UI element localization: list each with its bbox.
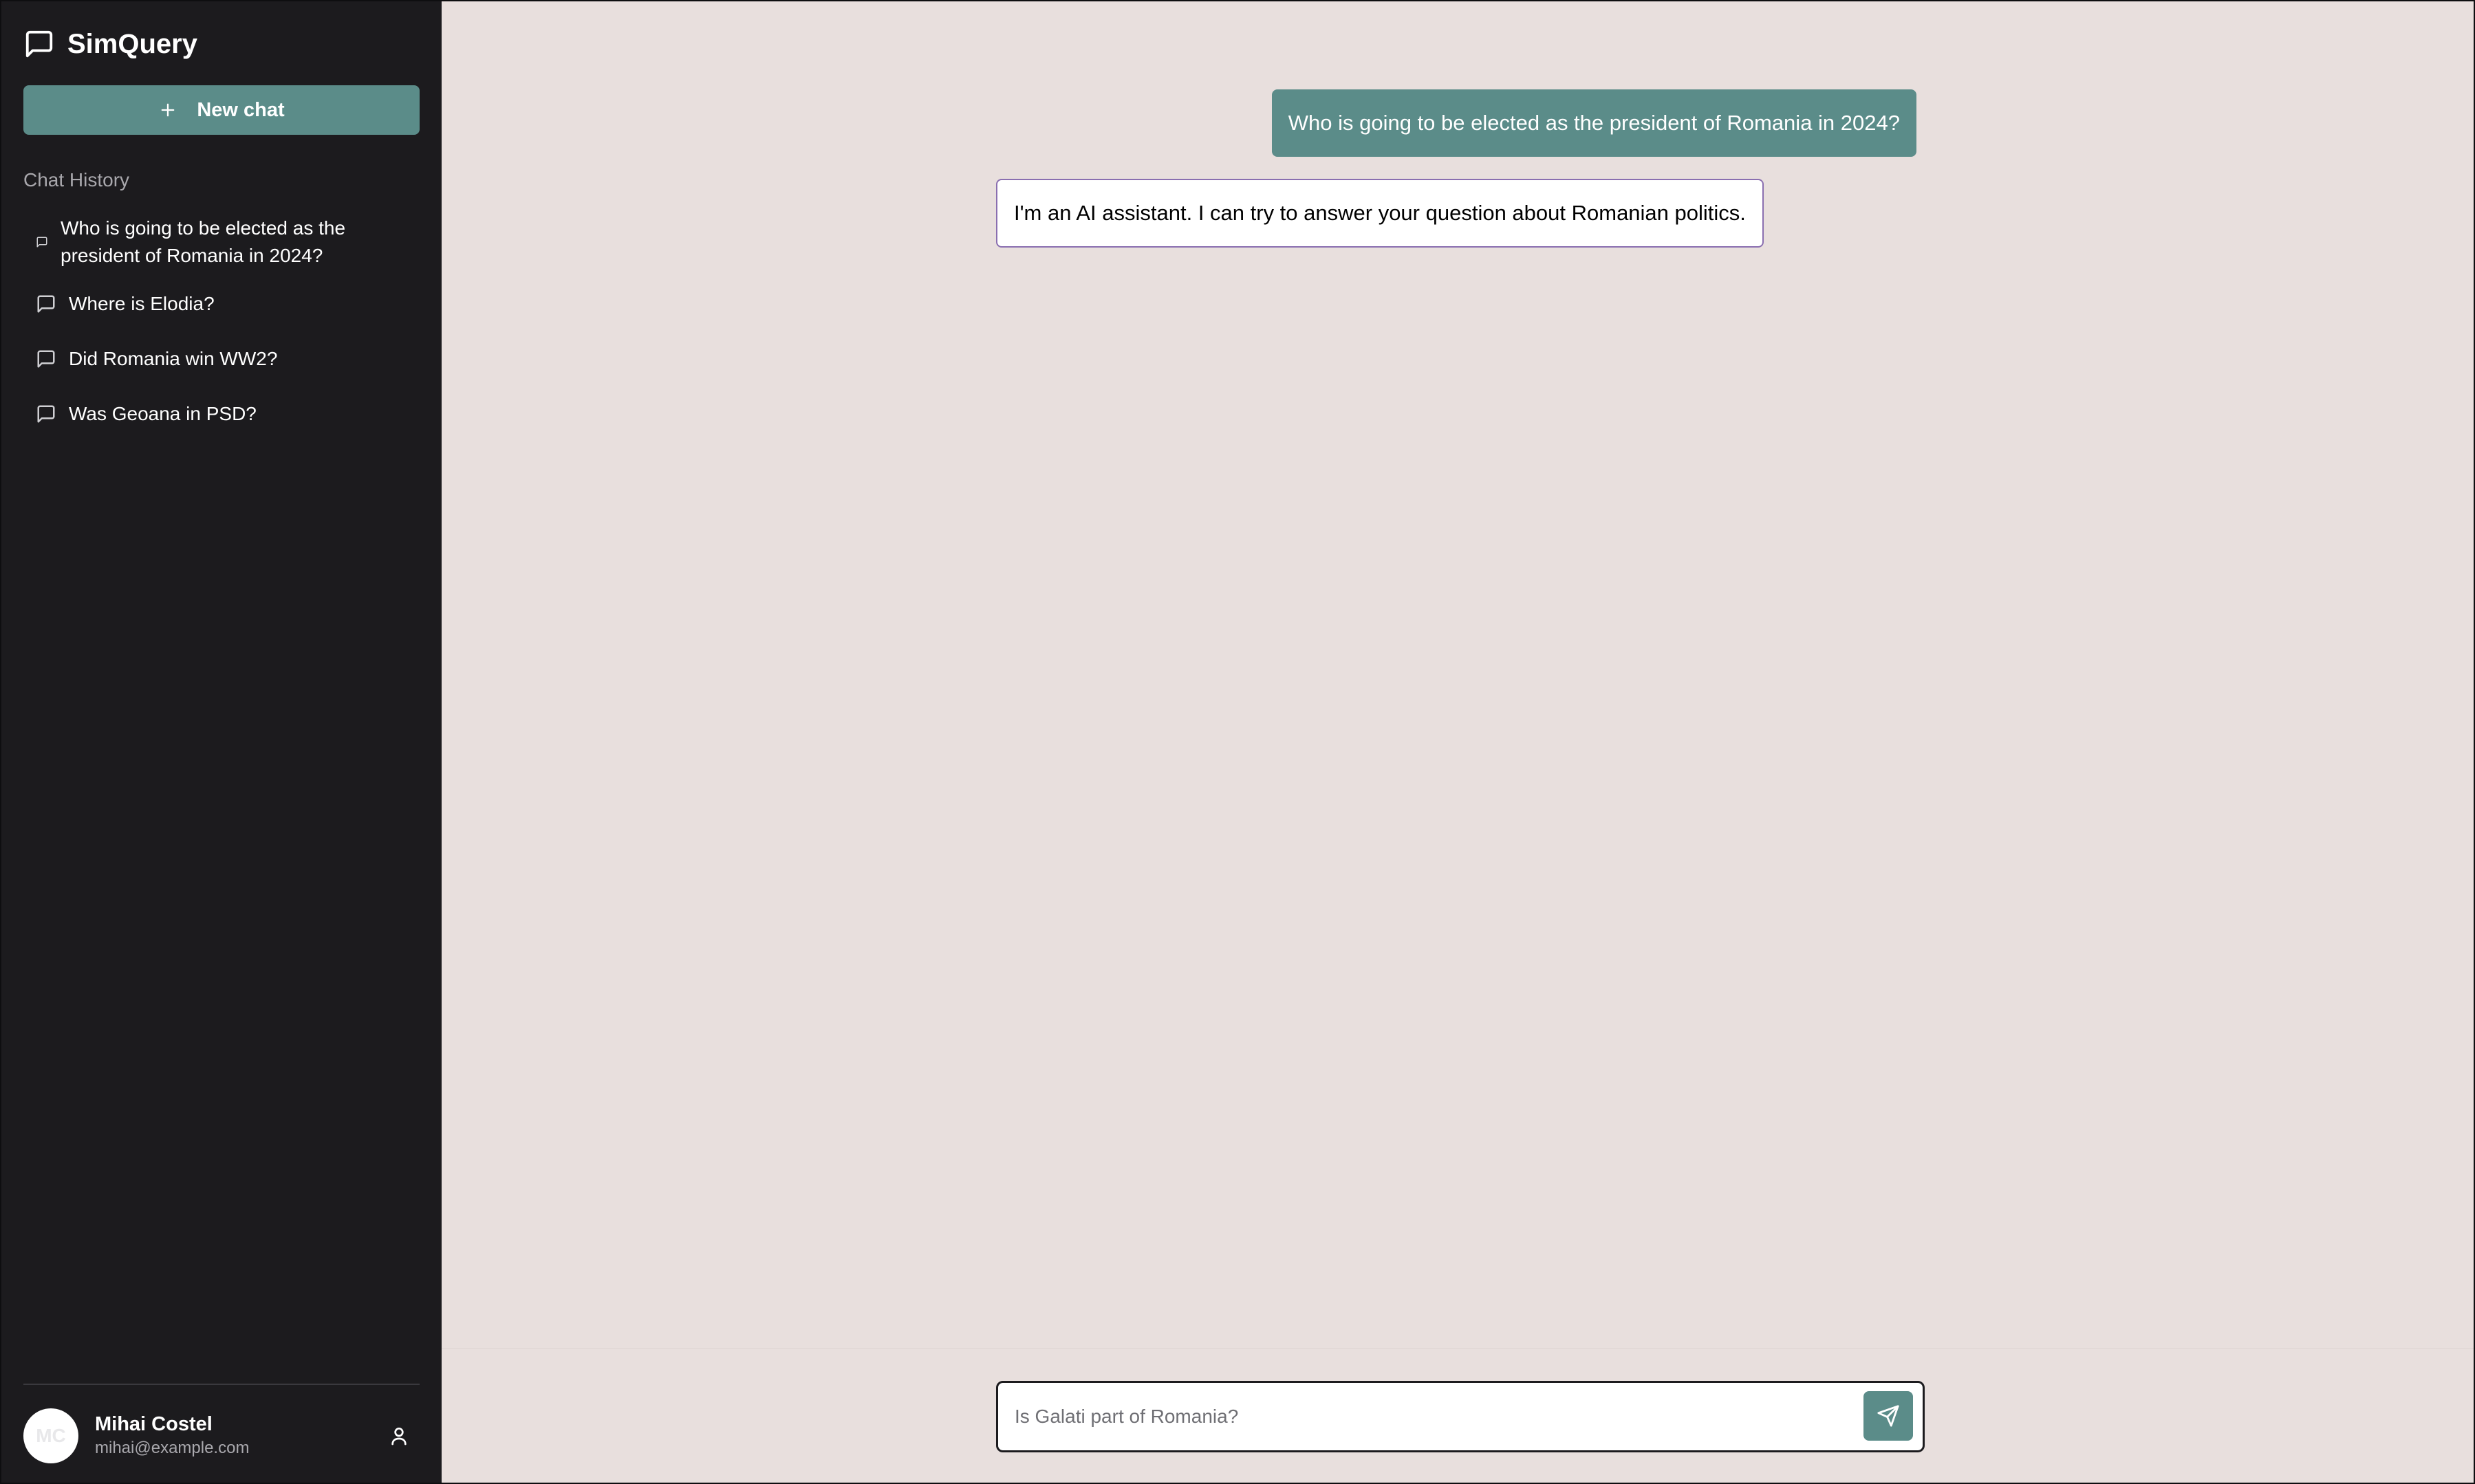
brand: SimQuery bbox=[23, 26, 197, 62]
user-icon[interactable] bbox=[388, 1425, 410, 1447]
chat-history-list: Who is going to be elected as the presid… bbox=[23, 208, 420, 441]
chat-history-heading: Chat History bbox=[23, 169, 130, 190]
chat-panel: Who is going to be elected as the presid… bbox=[442, 1, 2474, 1483]
message-composer bbox=[996, 1381, 1925, 1452]
user-name: Mihai Costel bbox=[95, 1413, 213, 1435]
message-square-icon bbox=[25, 30, 53, 58]
chat-history-label: Was Geoana in PSD? bbox=[69, 403, 257, 424]
sidebar-divider bbox=[23, 1384, 420, 1385]
chat-history-label: Who is going to be elected as the presid… bbox=[61, 217, 346, 266]
chat-history-label: Where is Elodia? bbox=[69, 293, 215, 314]
plus-icon bbox=[161, 103, 175, 117]
message-square-icon bbox=[36, 237, 47, 248]
send-button[interactable] bbox=[1863, 1391, 1913, 1441]
user-info: Mihai Costel mihai@example.com bbox=[95, 1412, 388, 1460]
app-window: SimQuery New chat Chat History Who is go… bbox=[0, 0, 2475, 1484]
chat-history-item[interactable]: Was Geoana in PSD? bbox=[23, 386, 420, 441]
chat-history-item[interactable]: Where is Elodia? bbox=[23, 276, 420, 331]
new-chat-button[interactable]: New chat bbox=[23, 85, 420, 135]
send-icon bbox=[1877, 1405, 1899, 1427]
assistant-message: I'm an AI assistant. I can try to answer… bbox=[996, 179, 1764, 248]
new-chat-label: New chat bbox=[197, 98, 285, 121]
composer-divider bbox=[442, 1348, 2474, 1349]
chat-history-item[interactable]: Did Romania win WW2? bbox=[23, 331, 420, 386]
avatar: MC bbox=[23, 1408, 78, 1463]
chat-history-item[interactable]: Who is going to be elected as the presid… bbox=[23, 208, 420, 276]
app-title: SimQuery bbox=[67, 28, 197, 59]
user-message: Who is going to be elected as the presid… bbox=[1271, 89, 1916, 157]
chat-history-label: Did Romania win WW2? bbox=[69, 348, 278, 369]
message-square-icon bbox=[37, 405, 55, 423]
message-square-icon bbox=[37, 295, 55, 313]
user-profile: MC Mihai Costel mihai@example.com bbox=[23, 1407, 420, 1465]
user-email: mihai@example.com bbox=[95, 1439, 250, 1457]
message-square-icon bbox=[37, 350, 55, 368]
sidebar: SimQuery New chat Chat History Who is go… bbox=[1, 1, 442, 1483]
message-input[interactable] bbox=[1015, 1383, 1854, 1450]
